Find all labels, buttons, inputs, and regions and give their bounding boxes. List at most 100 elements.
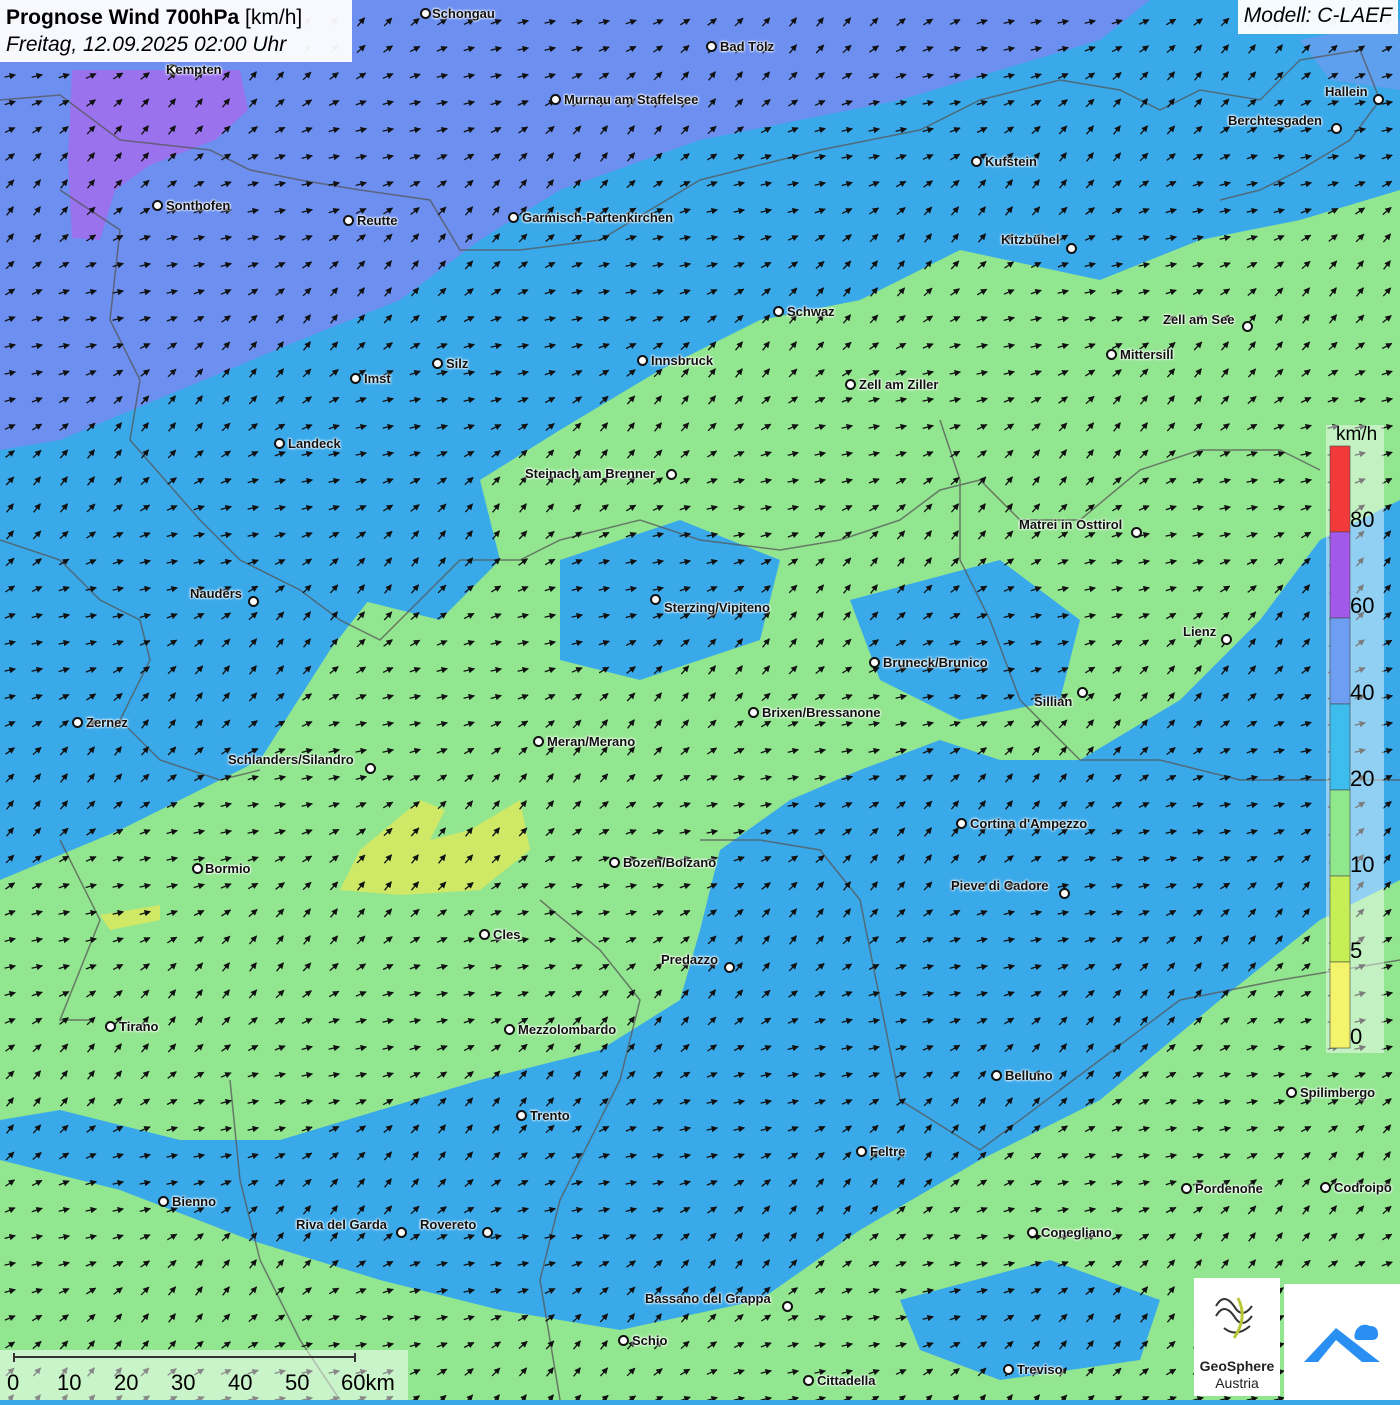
city-label: Murnau am Staffelsee [564, 92, 699, 107]
scale-label: 0 [7, 1370, 20, 1395]
city-marker [516, 1110, 527, 1121]
city-label: Predazzo [661, 952, 719, 967]
city-marker [482, 1227, 493, 1238]
scale-label: 20 [114, 1370, 139, 1395]
scale-label: 10 [57, 1370, 82, 1395]
scale-label: 50 [285, 1370, 310, 1395]
legend-swatch [1329, 617, 1351, 705]
legend-swatch [1329, 531, 1351, 619]
city-label: Schwaz [787, 304, 835, 319]
city-marker [666, 469, 677, 480]
city-marker [274, 438, 285, 449]
city-marker [1027, 1227, 1038, 1238]
geosphere-logo-line2: Austria [1215, 1375, 1259, 1391]
legend-label: 0 [1350, 1024, 1363, 1049]
city-marker [650, 594, 661, 605]
city-marker [1077, 687, 1088, 698]
city-label: Bassano del Grappa [645, 1291, 771, 1306]
city-marker [724, 962, 735, 973]
city-label: Landeck [288, 436, 341, 451]
city-label: Imst [364, 371, 391, 386]
city-label: Reutte [357, 213, 398, 228]
city-marker [365, 763, 376, 774]
city-marker [782, 1301, 793, 1312]
city-label: Bormio [205, 861, 251, 876]
city-marker [248, 596, 259, 607]
city-label: Bienno [172, 1194, 217, 1209]
city-label: Kitzbühel [1001, 232, 1060, 247]
city-marker [1131, 527, 1142, 538]
city-label: Schio [632, 1333, 668, 1348]
city-marker [609, 857, 620, 868]
city-label: Berchtesgaden [1228, 113, 1322, 128]
city-marker [637, 355, 648, 366]
city-marker [773, 306, 784, 317]
city-label: Bozen/Bolzano [623, 855, 717, 870]
legend-label: 40 [1350, 680, 1375, 705]
city-label: Innsbruck [651, 353, 714, 368]
city-label: Mittersill [1120, 347, 1174, 362]
legend-swatch [1329, 703, 1351, 791]
scale-label: 40 [228, 1370, 253, 1395]
city-marker [845, 379, 856, 390]
city-label: Kufstein [985, 154, 1037, 169]
city-label: Bad Tölz [720, 39, 775, 54]
city-marker [550, 94, 561, 105]
forecast-datetime: Freitag, 12.09.2025 02:00 Uhr [6, 33, 287, 56]
city-label: Mezzolombardo [518, 1022, 617, 1037]
city-label: Nauders [190, 586, 243, 601]
model-label: Modell: C-LAEF [1237, 0, 1398, 34]
city-marker [343, 215, 354, 226]
geosphere-logo-line1: GeoSphere [1199, 1358, 1275, 1374]
city-label: Pordenone [1195, 1181, 1263, 1196]
title-panel: Prognose Wind 700hPa [km/h] Freitag, 12.… [0, 0, 352, 62]
city-label: Schlanders/Silandro [228, 752, 354, 767]
city-marker [1066, 243, 1077, 254]
city-label: Codroipo [1334, 1180, 1392, 1195]
city-marker [856, 1146, 867, 1157]
city-marker [504, 1024, 515, 1035]
app-logo[interactable] [1284, 1284, 1400, 1400]
city-marker [748, 707, 759, 718]
legend-label: 80 [1350, 507, 1375, 532]
city-marker [533, 736, 544, 747]
city-marker [479, 929, 490, 940]
city-marker [508, 212, 519, 223]
city-label: Belluno [1005, 1068, 1053, 1083]
city-marker [192, 863, 203, 874]
city-label: Zell am See [1163, 312, 1235, 327]
city-label: Feltre [870, 1144, 906, 1159]
city-marker [72, 717, 83, 728]
city-marker [152, 200, 163, 211]
scale-label: 60km [341, 1370, 395, 1395]
city-label: Zernez [86, 715, 128, 730]
legend-label: 5 [1350, 938, 1363, 963]
city-label: Cittadella [817, 1373, 876, 1388]
city-marker [1106, 349, 1117, 360]
legend-unit: km/h [1336, 424, 1378, 445]
city-marker [971, 156, 982, 167]
city-marker [991, 1070, 1002, 1081]
legend-swatch [1329, 961, 1351, 1049]
geosphere-emblem-icon [1215, 1297, 1253, 1339]
city-label: Silz [446, 356, 469, 371]
city-label: Tirano [119, 1019, 159, 1034]
city-label: Conegliano [1041, 1225, 1112, 1240]
city-marker [1320, 1182, 1331, 1193]
city-marker [1003, 1364, 1014, 1375]
scale-label: 30 [171, 1370, 196, 1395]
city-marker [432, 358, 443, 369]
city-label: Treviso [1017, 1362, 1063, 1377]
city-marker [396, 1227, 407, 1238]
city-label: Sterzing/Vipiteno [664, 600, 770, 615]
city-label: Trento [530, 1108, 570, 1123]
legend-swatch [1329, 875, 1351, 963]
geosphere-logo[interactable]: GeoSphere Austria [1194, 1278, 1280, 1396]
city-label: Kempten [166, 62, 222, 77]
map-title: Prognose Wind 700hPa [km/h] [6, 6, 303, 29]
city-marker [1286, 1087, 1297, 1098]
city-marker [105, 1021, 116, 1032]
city-marker [618, 1335, 629, 1346]
legend-swatch [1329, 445, 1351, 533]
city-label: Sillian [1034, 694, 1073, 709]
